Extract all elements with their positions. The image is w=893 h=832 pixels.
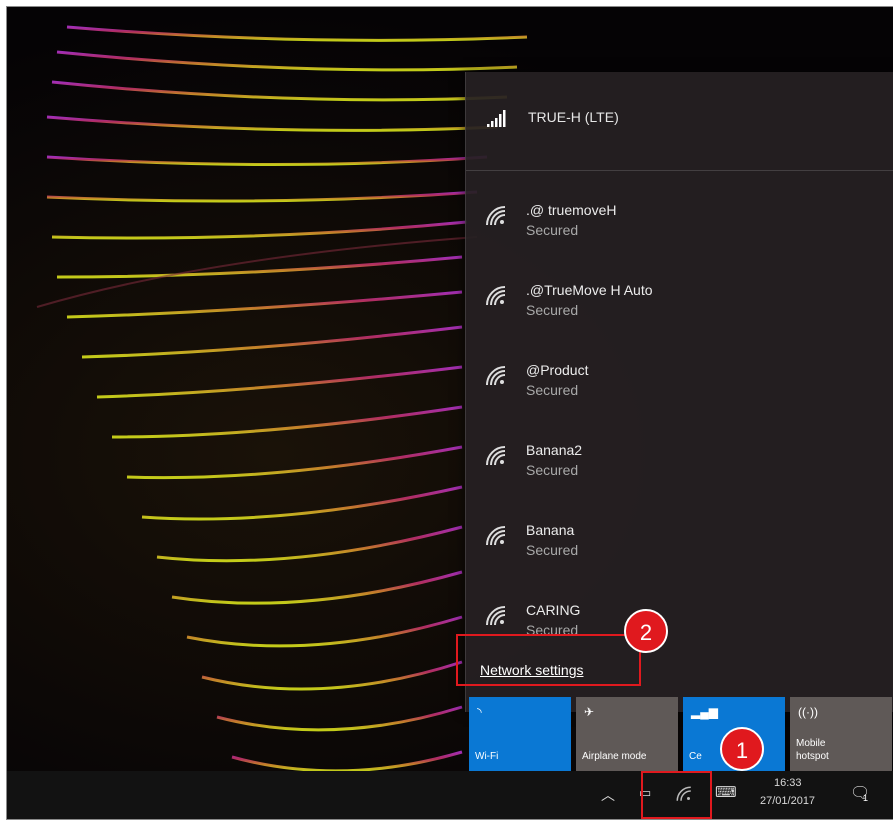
wifi-icon: ◝ [477, 705, 482, 719]
wifi-network-status: Secured [526, 382, 579, 398]
wifi-network-status: Secured [526, 222, 579, 238]
cellular-icon: ▂▄▆ [691, 705, 718, 719]
highlight-wifi-tray [641, 771, 712, 819]
signal-bars-icon [487, 110, 506, 127]
wifi-icon [486, 526, 506, 546]
wifi-network-name: Banana2 [526, 442, 583, 458]
wifi-network-item[interactable]: Banana2 Secured [466, 424, 893, 504]
wifi-network-name: .@ truemoveH [526, 202, 617, 218]
wifi-icon [486, 366, 506, 386]
desktop-screen: TRUE-H (LTE) .@ truemoveH Secured .@True… [6, 6, 893, 820]
hotspot-icon: ((·)) [798, 705, 818, 719]
wifi-network-name: .@TrueMove H Auto [526, 282, 653, 298]
cellular-network-name: TRUE-H (LTE) [528, 109, 619, 125]
cellular-network-item[interactable]: TRUE-H (LTE) [466, 72, 893, 171]
tile-label: Wi-Fi [475, 751, 499, 762]
wifi-icon [486, 206, 506, 226]
chevron-up-icon[interactable]: ︿ [601, 785, 615, 805]
tile-label: Mobile hotspot [796, 738, 829, 762]
wifi-network-item[interactable]: @Product Secured [466, 344, 893, 424]
clock-date[interactable]: 27/01/2017 [760, 795, 815, 807]
wifi-network-status: Secured [526, 302, 579, 318]
clock-time[interactable]: 16:33 [774, 777, 802, 789]
wifi-icon [486, 606, 506, 626]
annotation-badge-2: 2 [624, 609, 668, 653]
wifi-network-item[interactable]: Banana Secured [466, 504, 893, 584]
wifi-network-name: Banana [526, 522, 575, 538]
wifi-icon [486, 286, 506, 306]
wifi-tile[interactable]: ◝ Wi-Fi [469, 697, 571, 771]
wifi-network-item[interactable]: .@TrueMove H Auto Secured [466, 264, 893, 344]
airplane-mode-tile[interactable]: ✈ Airplane mode [576, 697, 678, 771]
airplane-icon: ✈ [584, 705, 595, 719]
tile-label: Airplane mode [582, 751, 647, 762]
wifi-network-status: Secured [526, 462, 579, 478]
mobile-hotspot-tile[interactable]: ((·)) Mobile hotspot [790, 697, 892, 771]
taskbar: ︿ ▭ ⌨ 16:33 27/01/2017 🗨 1 [7, 771, 893, 819]
network-flyout: TRUE-H (LTE) .@ truemoveH Secured .@True… [465, 72, 893, 712]
keyboard-icon[interactable]: ⌨ [715, 783, 737, 801]
quick-actions: ◝ Wi-Fi ✈ Airplane mode ▂▄▆ Ce ((·)) Mob… [469, 697, 893, 771]
wifi-network-name: CARING [526, 602, 581, 618]
wifi-network-item[interactable]: .@ truemoveH Secured [466, 184, 893, 264]
notification-count: 1 [863, 793, 869, 803]
tile-label: Ce [689, 751, 702, 762]
highlight-network-settings [456, 634, 641, 686]
wifi-network-name: @Product [526, 362, 589, 378]
wifi-network-status: Secured [526, 542, 579, 558]
annotation-badge-1: 1 [720, 727, 764, 771]
wifi-icon [486, 446, 506, 466]
